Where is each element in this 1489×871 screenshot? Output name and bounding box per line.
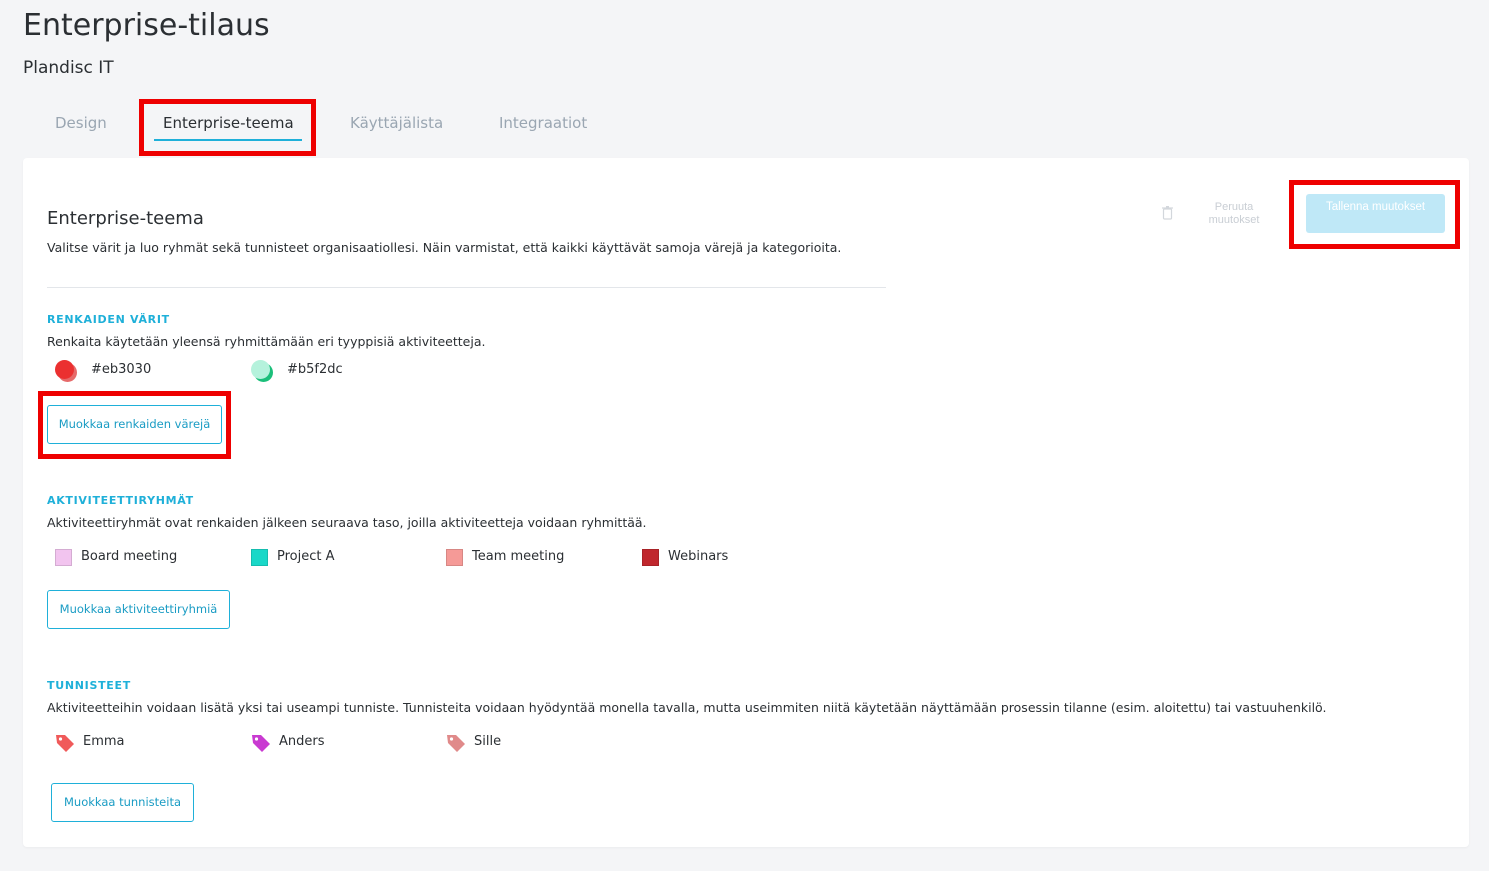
tag-label: Emma bbox=[83, 734, 125, 749]
tags-heading: TUNNISTEET bbox=[47, 679, 131, 692]
page-title: Enterprise-tilaus bbox=[23, 8, 270, 43]
divider bbox=[47, 287, 886, 288]
undo-changes-label: Peruuta muutokset bbox=[1208, 201, 1260, 226]
ring-colors-description: Renkaita käytetään yleensä ryhmittämään … bbox=[47, 334, 486, 349]
tag-icon bbox=[447, 735, 465, 752]
edit-tags-button[interactable]: Muokkaa tunnisteita bbox=[51, 783, 194, 822]
trash-icon bbox=[1162, 206, 1173, 220]
tag-icon bbox=[252, 735, 270, 752]
activity-group-item: Webinars bbox=[642, 547, 822, 569]
tags-description: Aktiviteetteihin voidaan lisätä yksi tai… bbox=[47, 700, 1327, 715]
ring-colors-heading: RENKAIDEN VÄRIT bbox=[47, 313, 170, 326]
activity-group-label: Webinars bbox=[668, 549, 729, 564]
tag-label: Anders bbox=[279, 734, 325, 749]
ring-color-label: #b5f2dc bbox=[287, 362, 343, 377]
activity-groups-heading: AKTIVITEETTIRYHMÄT bbox=[47, 494, 194, 507]
active-tab-indicator bbox=[154, 139, 302, 141]
color-swatch bbox=[55, 549, 72, 566]
ring-color-label: #eb3030 bbox=[91, 362, 152, 377]
edit-activity-groups-button[interactable]: Muokkaa aktiviteettiryhmiä bbox=[47, 590, 230, 629]
tab-bar: Design Enterprise-teema Käyttäjälista In… bbox=[23, 108, 723, 148]
activity-groups-description: Aktiviteettiryhmät ovat renkaiden jälkee… bbox=[47, 515, 647, 530]
ring-color-icon bbox=[55, 360, 79, 384]
activity-group-label: Team meeting bbox=[472, 549, 565, 564]
section-description: Valitse värit ja luo ryhmät sekä tunnist… bbox=[47, 240, 842, 255]
activity-group-item: Team meeting bbox=[446, 547, 626, 569]
ring-color-icon bbox=[251, 360, 275, 384]
activity-group-label: Project A bbox=[277, 549, 335, 564]
color-swatch bbox=[446, 549, 463, 566]
tab-user-list[interactable]: Käyttäjälista bbox=[350, 108, 443, 144]
organization-name: Plandisc IT bbox=[23, 58, 114, 78]
tab-integrations[interactable]: Integraatiot bbox=[499, 108, 587, 144]
undo-changes-button[interactable]: Peruuta muutokset bbox=[1159, 200, 1269, 230]
ring-color-item: #b5f2dc bbox=[251, 360, 431, 382]
color-swatch bbox=[251, 549, 268, 566]
tag-label: Sille bbox=[474, 734, 502, 749]
activity-group-label: Board meeting bbox=[81, 549, 178, 564]
activity-group-item: Project A bbox=[251, 547, 431, 569]
tag-item: Emma bbox=[55, 732, 235, 754]
section-title: Enterprise-teema bbox=[47, 208, 204, 229]
ring-color-item: #eb3030 bbox=[55, 360, 235, 382]
tag-item: Anders bbox=[251, 732, 431, 754]
theme-card: Enterprise-teema Valitse värit ja luo ry… bbox=[23, 158, 1469, 847]
edit-ring-colors-button[interactable]: Muokkaa renkaiden värejä bbox=[47, 405, 222, 444]
tag-item: Sille bbox=[446, 732, 626, 754]
tab-design[interactable]: Design bbox=[55, 108, 107, 144]
tag-icon bbox=[56, 735, 74, 752]
activity-group-item: Board meeting bbox=[55, 547, 235, 569]
save-changes-button[interactable]: Tallenna muutokset bbox=[1306, 194, 1445, 233]
color-swatch bbox=[642, 549, 659, 566]
